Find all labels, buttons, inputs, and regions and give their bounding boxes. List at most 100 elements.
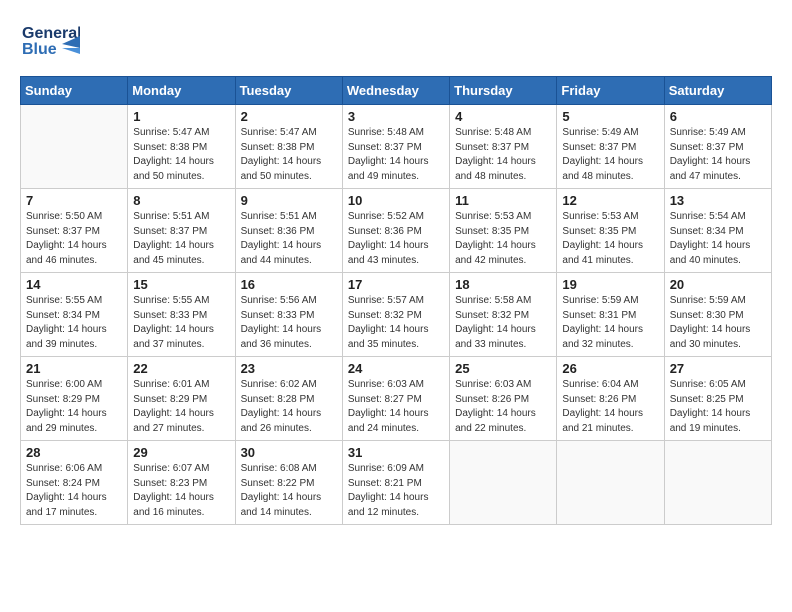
daylight-text: Daylight: 14 hours and 36 minutes. (241, 324, 322, 350)
day-info: Sunrise: 6:06 AM Sunset: 8:24 PM Dayligh… (26, 462, 122, 520)
sunset-text: Sunset: 8:36 PM (241, 226, 315, 237)
calendar-cell: 19 Sunrise: 5:59 AM Sunset: 8:31 PM Dayl… (557, 273, 664, 357)
sunset-text: Sunset: 8:38 PM (133, 142, 207, 153)
sunrise-text: Sunrise: 5:53 AM (562, 211, 638, 222)
calendar-cell: 25 Sunrise: 6:03 AM Sunset: 8:26 PM Dayl… (450, 357, 557, 441)
daylight-text: Daylight: 14 hours and 50 minutes. (241, 156, 322, 182)
sunrise-text: Sunrise: 6:03 AM (348, 379, 424, 390)
weekday-header-wednesday: Wednesday (342, 77, 449, 105)
sunset-text: Sunset: 8:31 PM (562, 310, 636, 321)
sunrise-text: Sunrise: 5:47 AM (241, 127, 317, 138)
sunrise-text: Sunrise: 6:08 AM (241, 463, 317, 474)
logo-icon: General Blue (20, 16, 80, 66)
sunset-text: Sunset: 8:38 PM (241, 142, 315, 153)
day-number: 11 (455, 193, 551, 208)
calendar-cell: 21 Sunrise: 6:00 AM Sunset: 8:29 PM Dayl… (21, 357, 128, 441)
calendar-cell: 20 Sunrise: 5:59 AM Sunset: 8:30 PM Dayl… (664, 273, 771, 357)
day-number: 15 (133, 277, 229, 292)
daylight-text: Daylight: 14 hours and 48 minutes. (455, 156, 536, 182)
calendar-cell: 28 Sunrise: 6:06 AM Sunset: 8:24 PM Dayl… (21, 441, 128, 525)
calendar-cell (664, 441, 771, 525)
day-number: 13 (670, 193, 766, 208)
sunset-text: Sunset: 8:25 PM (670, 394, 744, 405)
day-number: 29 (133, 445, 229, 460)
sunrise-text: Sunrise: 5:55 AM (26, 295, 102, 306)
sunrise-text: Sunrise: 6:09 AM (348, 463, 424, 474)
day-number: 10 (348, 193, 444, 208)
daylight-text: Daylight: 14 hours and 26 minutes. (241, 408, 322, 434)
sunset-text: Sunset: 8:37 PM (348, 142, 422, 153)
sunset-text: Sunset: 8:26 PM (455, 394, 529, 405)
daylight-text: Daylight: 14 hours and 44 minutes. (241, 240, 322, 266)
daylight-text: Daylight: 14 hours and 48 minutes. (562, 156, 643, 182)
day-number: 1 (133, 109, 229, 124)
day-number: 5 (562, 109, 658, 124)
day-number: 25 (455, 361, 551, 376)
calendar-cell: 3 Sunrise: 5:48 AM Sunset: 8:37 PM Dayli… (342, 105, 449, 189)
daylight-text: Daylight: 14 hours and 33 minutes. (455, 324, 536, 350)
day-info: Sunrise: 5:48 AM Sunset: 8:37 PM Dayligh… (348, 126, 444, 184)
calendar-cell (557, 441, 664, 525)
sunset-text: Sunset: 8:37 PM (562, 142, 636, 153)
calendar-cell: 10 Sunrise: 5:52 AM Sunset: 8:36 PM Dayl… (342, 189, 449, 273)
day-info: Sunrise: 5:51 AM Sunset: 8:37 PM Dayligh… (133, 210, 229, 268)
day-number: 26 (562, 361, 658, 376)
day-info: Sunrise: 5:53 AM Sunset: 8:35 PM Dayligh… (562, 210, 658, 268)
day-number: 6 (670, 109, 766, 124)
sunrise-text: Sunrise: 6:03 AM (455, 379, 531, 390)
weekday-header-friday: Friday (557, 77, 664, 105)
logo: General Blue (20, 16, 84, 66)
sunset-text: Sunset: 8:35 PM (562, 226, 636, 237)
calendar-cell: 1 Sunrise: 5:47 AM Sunset: 8:38 PM Dayli… (128, 105, 235, 189)
week-row-2: 7 Sunrise: 5:50 AM Sunset: 8:37 PM Dayli… (21, 189, 772, 273)
calendar-cell: 9 Sunrise: 5:51 AM Sunset: 8:36 PM Dayli… (235, 189, 342, 273)
calendar-cell: 4 Sunrise: 5:48 AM Sunset: 8:37 PM Dayli… (450, 105, 557, 189)
calendar-cell: 31 Sunrise: 6:09 AM Sunset: 8:21 PM Dayl… (342, 441, 449, 525)
daylight-text: Daylight: 14 hours and 40 minutes. (670, 240, 751, 266)
day-number: 17 (348, 277, 444, 292)
sunrise-text: Sunrise: 5:49 AM (562, 127, 638, 138)
week-row-5: 28 Sunrise: 6:06 AM Sunset: 8:24 PM Dayl… (21, 441, 772, 525)
daylight-text: Daylight: 14 hours and 35 minutes. (348, 324, 429, 350)
weekday-header-monday: Monday (128, 77, 235, 105)
sunset-text: Sunset: 8:36 PM (348, 226, 422, 237)
day-number: 21 (26, 361, 122, 376)
day-info: Sunrise: 6:08 AM Sunset: 8:22 PM Dayligh… (241, 462, 337, 520)
calendar-cell (21, 105, 128, 189)
calendar-cell: 17 Sunrise: 5:57 AM Sunset: 8:32 PM Dayl… (342, 273, 449, 357)
calendar-cell: 16 Sunrise: 5:56 AM Sunset: 8:33 PM Dayl… (235, 273, 342, 357)
calendar-cell: 13 Sunrise: 5:54 AM Sunset: 8:34 PM Dayl… (664, 189, 771, 273)
day-info: Sunrise: 5:49 AM Sunset: 8:37 PM Dayligh… (670, 126, 766, 184)
sunset-text: Sunset: 8:34 PM (670, 226, 744, 237)
daylight-text: Daylight: 14 hours and 39 minutes. (26, 324, 107, 350)
sunrise-text: Sunrise: 6:04 AM (562, 379, 638, 390)
sunset-text: Sunset: 8:21 PM (348, 478, 422, 489)
day-number: 19 (562, 277, 658, 292)
week-row-4: 21 Sunrise: 6:00 AM Sunset: 8:29 PM Dayl… (21, 357, 772, 441)
sunset-text: Sunset: 8:34 PM (26, 310, 100, 321)
day-number: 23 (241, 361, 337, 376)
daylight-text: Daylight: 14 hours and 49 minutes. (348, 156, 429, 182)
week-row-1: 1 Sunrise: 5:47 AM Sunset: 8:38 PM Dayli… (21, 105, 772, 189)
sunrise-text: Sunrise: 5:48 AM (348, 127, 424, 138)
sunrise-text: Sunrise: 5:47 AM (133, 127, 209, 138)
svg-text:General: General (22, 25, 80, 42)
calendar-table: SundayMondayTuesdayWednesdayThursdayFrid… (20, 76, 772, 525)
day-info: Sunrise: 6:00 AM Sunset: 8:29 PM Dayligh… (26, 378, 122, 436)
sunrise-text: Sunrise: 6:00 AM (26, 379, 102, 390)
sunrise-text: Sunrise: 5:51 AM (133, 211, 209, 222)
day-number: 7 (26, 193, 122, 208)
sunset-text: Sunset: 8:29 PM (26, 394, 100, 405)
calendar-cell: 14 Sunrise: 5:55 AM Sunset: 8:34 PM Dayl… (21, 273, 128, 357)
sunset-text: Sunset: 8:37 PM (455, 142, 529, 153)
day-info: Sunrise: 6:04 AM Sunset: 8:26 PM Dayligh… (562, 378, 658, 436)
sunset-text: Sunset: 8:23 PM (133, 478, 207, 489)
day-info: Sunrise: 6:01 AM Sunset: 8:29 PM Dayligh… (133, 378, 229, 436)
day-number: 30 (241, 445, 337, 460)
day-number: 2 (241, 109, 337, 124)
sunrise-text: Sunrise: 5:59 AM (670, 295, 746, 306)
sunrise-text: Sunrise: 5:55 AM (133, 295, 209, 306)
sunset-text: Sunset: 8:29 PM (133, 394, 207, 405)
sunrise-text: Sunrise: 5:54 AM (670, 211, 746, 222)
sunrise-text: Sunrise: 5:50 AM (26, 211, 102, 222)
